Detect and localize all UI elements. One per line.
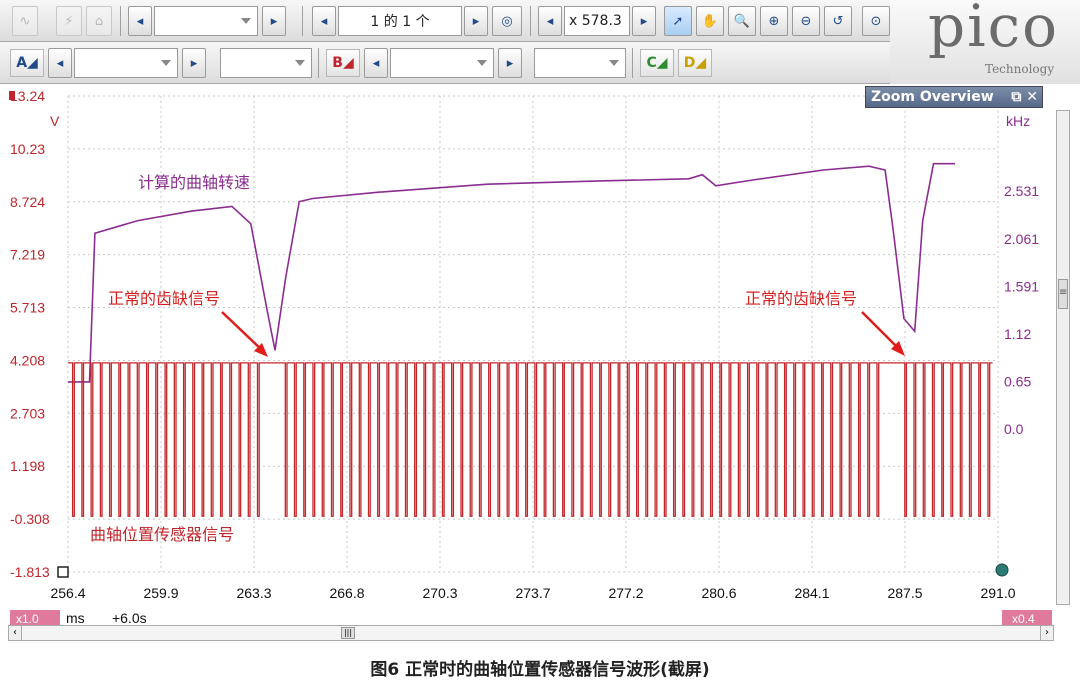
zoom-overview-title: Zoom Overview	[871, 89, 994, 105]
pointer-icon[interactable]: ➚	[664, 6, 692, 36]
buffer-indicator: 1 的 1 个	[338, 6, 462, 36]
annotation-label: 曲轴位置传感器信号	[90, 525, 234, 544]
time-tick-label: 284.1	[794, 585, 829, 601]
right-ruler-handle	[995, 563, 1009, 577]
left-ruler-handle	[57, 566, 69, 578]
time-tick-label: 263.3	[236, 585, 271, 601]
zoom-select[interactable]	[154, 6, 258, 36]
left-tick-label: 1.198	[10, 458, 45, 474]
zoom-fit-icon[interactable]: ⊙	[862, 6, 890, 36]
scroll-right-icon[interactable]: ›	[1040, 625, 1054, 641]
right-tick-label: 0.0	[1004, 421, 1024, 437]
time-tick-label: 256.4	[50, 585, 85, 601]
horizontal-scroll-thumb[interactable]: |||	[341, 627, 355, 639]
channel-a-button[interactable]: A ◢	[10, 49, 44, 77]
annotation-label: 计算的曲轴转速	[138, 173, 250, 192]
logo-text: pico	[928, 0, 1060, 60]
home-icon[interactable]: ⌂	[86, 6, 112, 36]
compass-icon[interactable]: ◎	[492, 6, 522, 36]
channel-d-label: D	[683, 55, 696, 71]
left-axis-unit: V	[50, 113, 60, 129]
pico-logo: pico Technology	[890, 0, 1080, 84]
channel-a-label: A	[16, 55, 28, 71]
channel-b-range-select[interactable]	[390, 48, 494, 78]
channel-a-range-select[interactable]	[74, 48, 178, 78]
channel-c-button[interactable]: C ◢	[640, 49, 674, 77]
left-tick-label: 5.713	[10, 300, 45, 316]
next-zoom-button[interactable]: ▸	[262, 6, 286, 36]
next-buffer-button[interactable]: ▸	[464, 6, 488, 36]
left-tick-label: 8.724	[10, 194, 45, 210]
left-tick-label: 7.219	[10, 247, 45, 263]
right-tick-label: 0.65	[1004, 374, 1031, 390]
annotation-label: 正常的齿缺信号	[745, 289, 857, 308]
channel-a-coupling-select[interactable]	[220, 48, 312, 78]
left-tick-label: 2.703	[10, 405, 45, 421]
zoom-in-icon[interactable]: ⊕	[760, 6, 788, 36]
logo-subtitle: Technology	[985, 62, 1055, 76]
zoom-factor-field[interactable]: x 578.3	[564, 6, 630, 36]
hand-icon[interactable]: ✋	[696, 6, 724, 36]
time-tick-label: 291.0	[980, 585, 1015, 601]
prev-zoom-button[interactable]: ◂	[128, 6, 152, 36]
picoscope-window: ∿ ⚡ ⌂ ◂ ▸ ◂ 1 的 1 个 ▸ ◎ ◂ x 578.3 ▸ ➚ ✋ …	[0, 0, 1080, 685]
right-tick-label: 1.591	[1004, 278, 1039, 294]
channel-b-next-button[interactable]: ▸	[498, 48, 522, 78]
zoom-out-step-button[interactable]: ◂	[538, 6, 562, 36]
time-tick-label: 270.3	[422, 585, 457, 601]
prev-buffer-button[interactable]: ◂	[312, 6, 336, 36]
left-tick-label: -1.813	[10, 564, 50, 580]
time-tick-label: 287.5	[887, 585, 922, 601]
figure-caption: 图6 正常时的曲轴位置传感器信号波形(截屏)	[370, 660, 710, 680]
time-tick-label: 259.9	[143, 585, 178, 601]
time-offset-label: +6.0s	[112, 610, 147, 626]
time-unit-label: ms	[66, 610, 85, 626]
zoom-in-step-button[interactable]: ▸	[632, 6, 656, 36]
right-zoom-label: x0.4	[1012, 612, 1035, 626]
time-tick-label: 277.2	[608, 585, 643, 601]
zoom-out-icon[interactable]: ⊖	[792, 6, 820, 36]
left-zoom-label: x1.0	[16, 612, 39, 626]
scope-mode-icon[interactable]: ∿	[12, 6, 38, 36]
left-tick-label: 10.23	[10, 141, 45, 157]
left-tick-label: 4.208	[10, 352, 45, 368]
channel-b-button[interactable]: B ◢	[326, 49, 360, 77]
left-axis-marker	[9, 91, 15, 100]
undo-zoom-icon[interactable]: ↺	[824, 6, 852, 36]
time-tick-label: 273.7	[515, 585, 550, 601]
zoom-icon[interactable]: 🔍	[728, 6, 756, 36]
right-axis-unit: kHz	[1006, 113, 1030, 129]
channel-c-label: C	[646, 55, 657, 71]
horizontal-scrollbar[interactable]: ‹ ||| ›	[8, 625, 1054, 641]
channel-b-label: B	[332, 55, 343, 71]
vertical-scrollbar[interactable]: ≡	[1056, 110, 1070, 605]
restore-close-icon[interactable]: ⧉ ✕	[1011, 89, 1038, 105]
scroll-left-icon[interactable]: ‹	[8, 625, 22, 641]
channel-a-next-button[interactable]: ▸	[182, 48, 206, 78]
channel-b-prev-button[interactable]: ◂	[364, 48, 388, 78]
time-tick-label: 280.6	[701, 585, 736, 601]
time-tick-label: 266.8	[329, 585, 364, 601]
trigger-icon[interactable]: ⚡	[56, 6, 82, 36]
scope-plot[interactable]: 13.24 10.23 8.724 7.219 5.713 4.208 2.703 1.198…	[0, 84, 1080, 656]
annotation-label: 正常的齿缺信号	[108, 289, 220, 308]
channel-d-button[interactable]: D ◢	[678, 49, 712, 77]
zoom-overview-panel[interactable]: Zoom Overview ⧉ ✕	[865, 86, 1043, 108]
right-tick-label: 1.12	[1004, 326, 1031, 342]
right-tick-label: 2.531	[1004, 183, 1039, 199]
vertical-scroll-thumb[interactable]: ≡	[1058, 279, 1068, 309]
channel-a-prev-button[interactable]: ◂	[48, 48, 72, 78]
left-tick-label: 13.24	[10, 88, 45, 104]
right-tick-label: 2.061	[1004, 231, 1039, 247]
channel-b-coupling-select[interactable]	[534, 48, 626, 78]
left-tick-label: -0.308	[10, 511, 50, 527]
